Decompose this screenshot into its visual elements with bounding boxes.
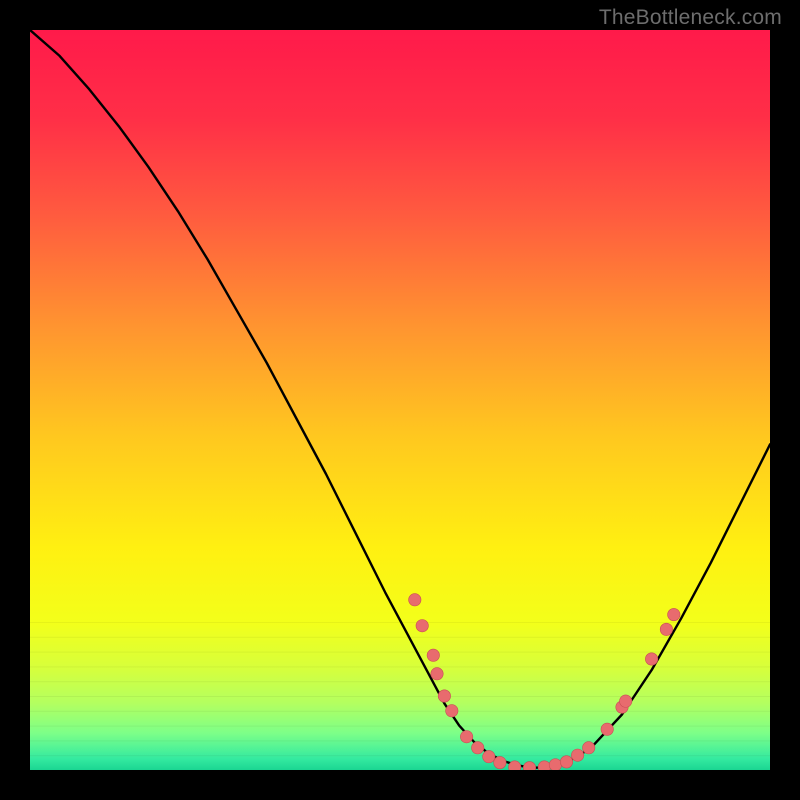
data-dot [509, 761, 521, 770]
data-dot [483, 750, 495, 762]
watermark-text: TheBottleneck.com [599, 6, 782, 30]
outer-frame: TheBottleneck.com [0, 0, 800, 800]
data-dot [660, 623, 672, 635]
data-dot [668, 608, 680, 620]
data-dot [431, 668, 443, 680]
data-dot [645, 653, 657, 665]
data-dot [494, 756, 506, 768]
bottleneck-curve [30, 30, 770, 768]
data-dot [427, 649, 439, 661]
data-dot [538, 761, 550, 770]
data-dot [571, 749, 583, 761]
data-dot [620, 695, 632, 707]
data-dot [601, 723, 613, 735]
data-dot [438, 690, 450, 702]
data-dot [409, 594, 421, 606]
curve-overlay [30, 30, 770, 770]
data-dot [472, 742, 484, 754]
data-dot [446, 705, 458, 717]
data-dots-group [409, 594, 680, 770]
data-dot [583, 742, 595, 754]
data-dot [416, 620, 428, 632]
data-dot [523, 762, 535, 770]
data-dot [460, 731, 472, 743]
data-dot [560, 756, 572, 768]
plot-area [30, 30, 770, 770]
data-dot [549, 759, 561, 770]
